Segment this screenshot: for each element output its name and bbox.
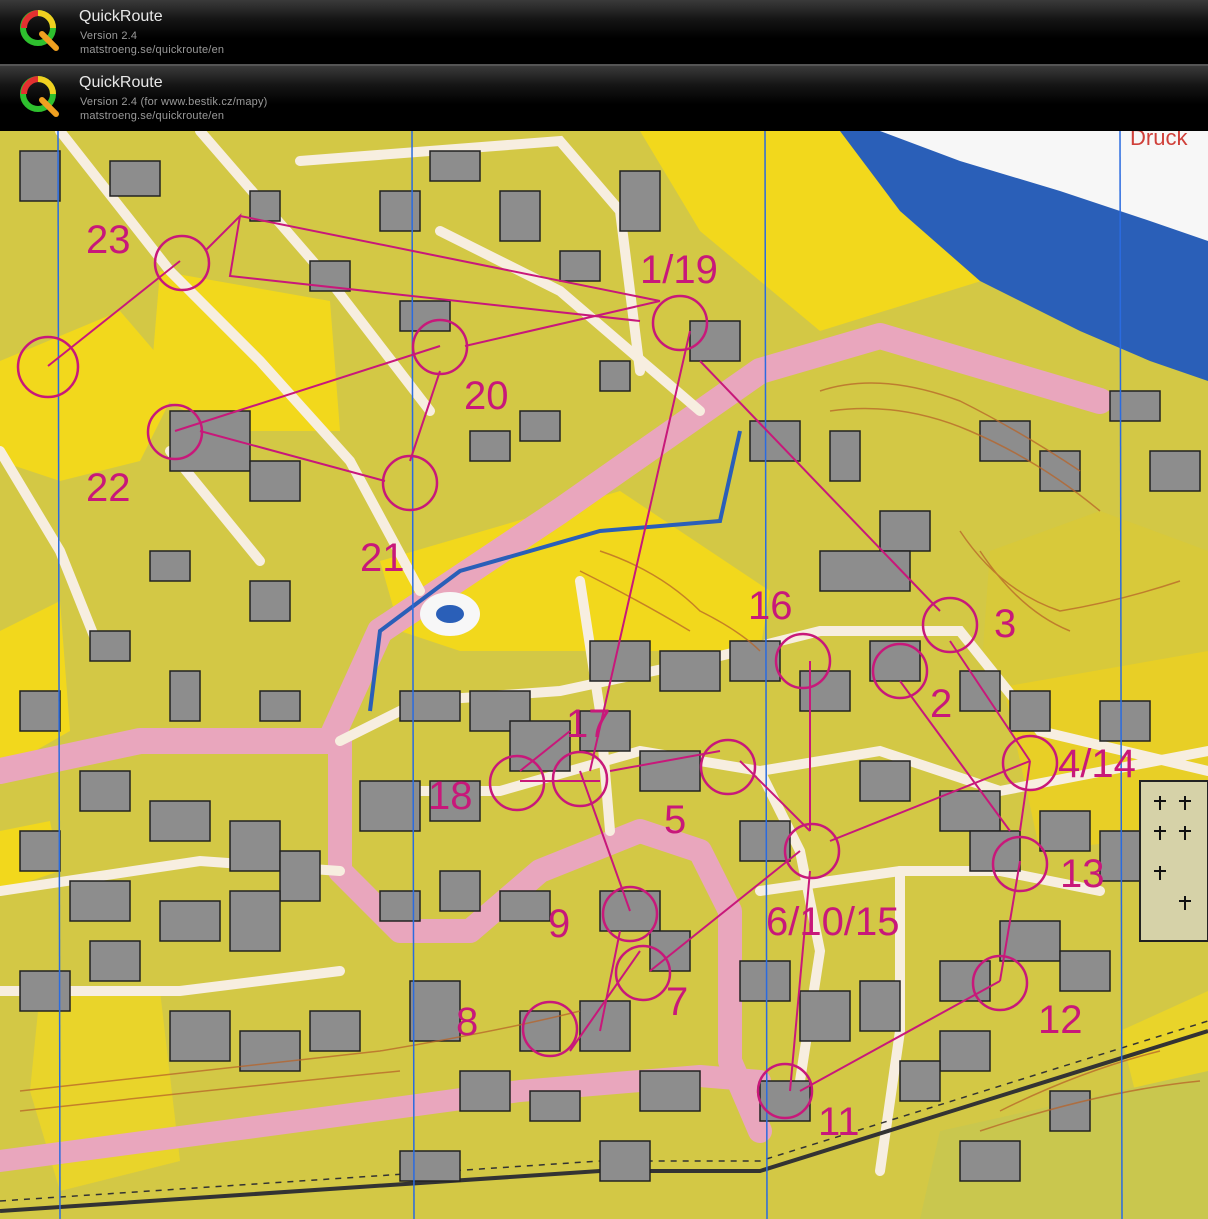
quickroute-logo-icon (20, 76, 59, 117)
control-label: 21 (360, 536, 405, 580)
quickroute-header: QuickRoute Version 2.4 matstroeng.se/qui… (0, 0, 1208, 64)
control-label: 2 (930, 682, 952, 726)
control-label: 9 (548, 902, 570, 946)
pond (436, 605, 464, 623)
app-title: QuickRoute (79, 8, 163, 25)
orienteering-map[interactable]: Druck 23 1/19 20 22 21 16 3 2 17 4/14 18… (0, 131, 1208, 1219)
app-url[interactable]: matstroeng.se/quickroute/en (80, 44, 224, 56)
control-label: 7 (666, 980, 688, 1024)
app-url[interactable]: matstroeng.se/quickroute/en (80, 110, 224, 122)
cemetery (1139, 780, 1208, 942)
control-label: 4/14 (1058, 742, 1136, 786)
control-label: 11 (818, 1100, 860, 1144)
control-label: 22 (86, 466, 131, 510)
control-label: 17 (566, 702, 611, 746)
quickroute-header-secondary: QuickRoute Version 2.4 (for www.bestik.c… (0, 66, 1208, 130)
control-label: 13 (1060, 852, 1105, 896)
control-label: 16 (748, 584, 793, 628)
map-corner-text: Druck (1130, 131, 1188, 150)
control-label: 1/19 (640, 248, 718, 292)
control-label: 5 (664, 798, 686, 842)
app-version: Version 2.4 (80, 30, 138, 42)
control-label: 8 (456, 1000, 478, 1044)
control-label: 20 (464, 374, 509, 418)
control-label: 23 (86, 218, 131, 262)
app-title: QuickRoute (79, 74, 163, 91)
control-label: 3 (994, 602, 1016, 646)
control-label: 12 (1038, 998, 1083, 1042)
control-label: 18 (428, 774, 473, 818)
quickroute-logo-icon (20, 10, 59, 51)
control-label: 6/10/15 (766, 900, 899, 944)
app-version: Version 2.4 (for www.bestik.cz/mapy) (80, 96, 268, 108)
